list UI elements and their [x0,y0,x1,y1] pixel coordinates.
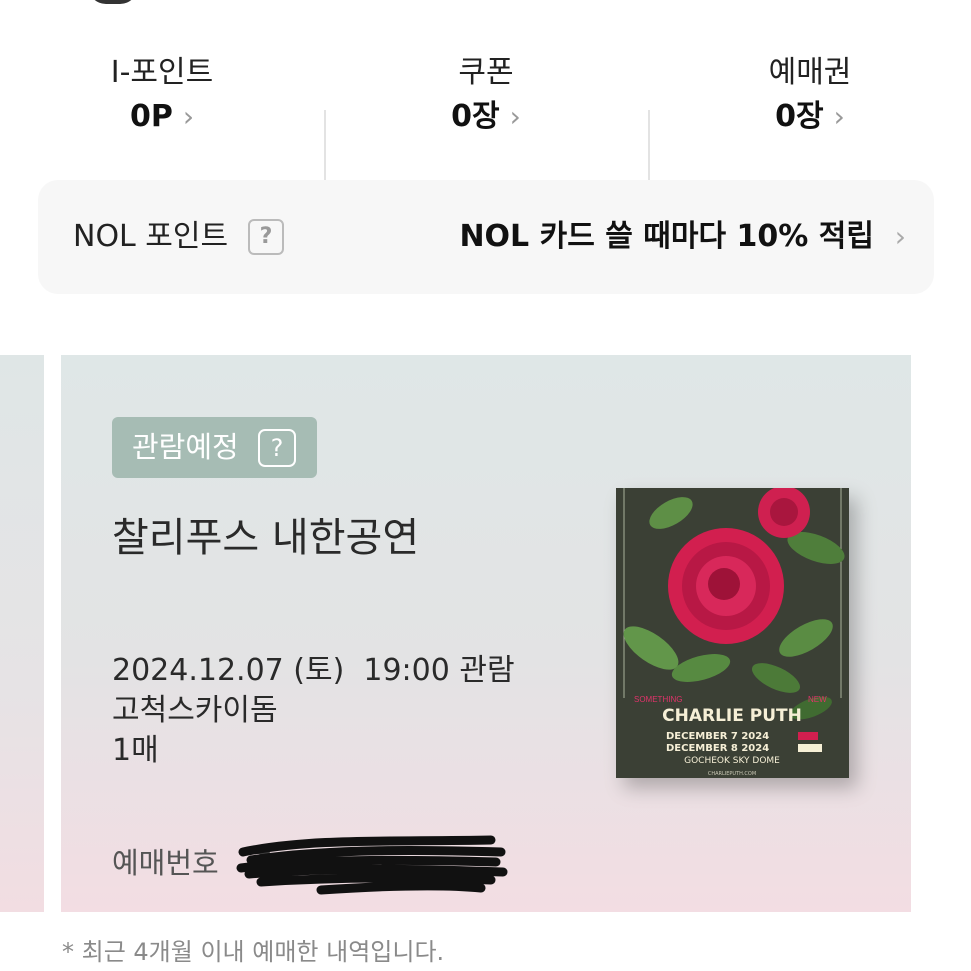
poster-tag-left: SOMETHING [634,695,682,704]
voucher-label: 예매권 [768,55,852,90]
coupon-stat[interactable]: 쿠폰 0장 › [386,52,586,140]
question-icon[interactable]: ? [248,219,284,255]
voucher-value: 0장 › [775,99,845,134]
ticket-datetime: 2024.12.07 (토) 19:00 관람 [112,653,515,688]
avatar [88,0,138,4]
ticket-card[interactable]: 관람예정 ? 찰리푸스 내한공연 2024.12.07 (토) 19:00 관람… [61,355,911,912]
status-badge-label: 관람예정 [132,430,239,464]
coupon-value: 0장 › [451,99,521,134]
i-point-label: I-포인트 [110,55,214,90]
nol-card-promo: NOL 카드 쓸 때마다 10% 적립 [459,219,874,254]
poster-tag-right: NEW [808,695,827,704]
poster-artwork: SOMETHING NEW CHARLIE PUTH DECEMBER 7 20… [616,488,849,778]
poster-date-1: DECEMBER 7 2024 [666,731,769,742]
footnote: * 최근 4개월 이내 예매한 내역입니다. [62,938,445,966]
nol-point-banner[interactable]: NOL 포인트 ? NOL 카드 쓸 때마다 10% 적립 › [38,180,934,294]
i-point-stat[interactable]: I-포인트 0P › [62,52,262,140]
ticket-title: 찰리푸스 내한공연 [112,515,420,561]
voucher-stat[interactable]: 예매권 0장 › [710,52,910,140]
divider [324,110,326,182]
point-summary: I-포인트 0P › 쿠폰 0장 › 예매권 0장 › [0,52,971,182]
divider [648,110,650,182]
chevron-right-icon: › [509,100,521,133]
chevron-right-icon: › [833,100,845,133]
ticket-venue: 고척스카이돔 [112,693,278,728]
poster-website: CHARLIEPUTH.COM [708,771,756,777]
chevron-right-icon: › [894,220,906,253]
poster-artist: CHARLIE PUTH [662,706,802,726]
poster-date-2: DECEMBER 8 2024 [666,743,769,754]
booking-number-label: 예매번호 [112,846,219,880]
coupon-label: 쿠폰 [458,55,514,90]
concert-poster[interactable]: SOMETHING NEW CHARLIE PUTH DECEMBER 7 20… [616,488,849,778]
redaction-scribble [236,835,508,895]
poster-venue: GOCHEOK SKY DOME [684,756,780,766]
ticket-count: 1매 [112,733,159,768]
i-point-value: 0P › [129,99,195,134]
chevron-right-icon: › [182,100,195,133]
previous-ticket-card[interactable] [0,355,44,912]
question-icon[interactable]: ? [258,429,296,467]
status-badge: 관람예정 ? [112,417,317,478]
nol-point-label: NOL 포인트 [73,219,229,254]
